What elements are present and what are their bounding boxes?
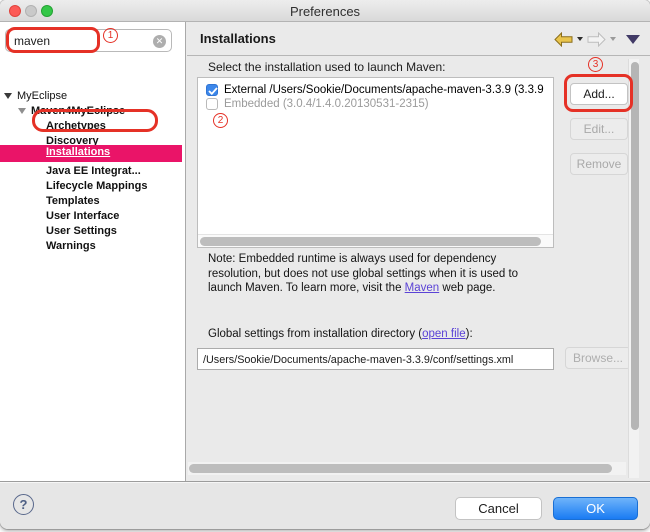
panel-vertical-scrollbar[interactable] xyxy=(628,59,639,478)
embedded-runtime-note: Note: Embedded runtime is always used fo… xyxy=(208,252,564,296)
remove-button[interactable]: Remove xyxy=(570,153,628,175)
disclosure-triangle-icon[interactable] xyxy=(4,93,12,99)
ok-button[interactable]: OK xyxy=(553,497,638,520)
forward-arrow-icon xyxy=(587,32,606,47)
back-button[interactable] xyxy=(554,32,573,47)
panel-hscrollbar-thumb[interactable] xyxy=(189,464,612,473)
open-file-link[interactable]: open file xyxy=(422,328,465,340)
back-arrow-icon xyxy=(554,32,573,47)
maven-link[interactable]: Maven xyxy=(405,282,440,294)
installation-label: External /Users/Sookie/Documents/apache-… xyxy=(224,83,544,97)
back-history-chevron-icon[interactable] xyxy=(577,37,583,41)
annotation-box-add xyxy=(564,74,633,112)
titlebar: Preferences xyxy=(0,0,650,22)
annotation-box-search xyxy=(6,27,100,53)
installation-label: Embedded (3.0.4/1.4.0.20130531-2315) xyxy=(224,97,429,111)
settings-path-input[interactable] xyxy=(203,352,550,367)
note-line-3: launch Maven. To learn more, visit the M… xyxy=(208,281,564,296)
tree-item-user-settings[interactable]: User Settings xyxy=(46,224,117,239)
tree-item-myeclipse[interactable]: MyEclipse xyxy=(17,89,67,104)
annotation-number-3: 3 xyxy=(588,57,603,72)
note-line-1: Note: Embedded runtime is always used fo… xyxy=(208,252,564,267)
preferences-sidebar: ✕ MyEclipse Maven4MyEclipse Archetypes D… xyxy=(0,22,186,481)
forward-button[interactable] xyxy=(587,32,606,47)
installations-list: External /Users/Sookie/Documents/apache-… xyxy=(197,77,554,248)
panel-horizontal-scrollbar[interactable] xyxy=(188,462,626,475)
settings-path-field[interactable] xyxy=(197,348,554,370)
panel-vscrollbar-thumb[interactable] xyxy=(631,62,639,430)
edit-button[interactable]: Edit... xyxy=(570,118,628,140)
disclosure-triangle-icon[interactable] xyxy=(18,108,26,114)
view-menu-icon[interactable] xyxy=(626,35,640,44)
tree-item-warnings[interactable]: Warnings xyxy=(46,239,96,254)
annotation-number-1: 1 xyxy=(103,28,118,43)
browse-button[interactable]: Browse... xyxy=(565,347,631,369)
checkbox-unchecked-icon[interactable] xyxy=(206,98,218,110)
page-navigation xyxy=(554,30,640,48)
dialog-footer: ? Cancel OK xyxy=(0,481,650,529)
list-horizontal-scrollbar[interactable] xyxy=(198,234,553,247)
tree-item-lifecycle-mappings[interactable]: Lifecycle Mappings xyxy=(46,179,147,194)
tree-item-java-ee-integration[interactable]: Java EE Integrat... xyxy=(46,164,141,179)
tree-item-templates[interactable]: Templates xyxy=(46,194,100,209)
global-settings-label: Global settings from installation direct… xyxy=(208,328,473,340)
installation-row-external[interactable]: External /Users/Sookie/Documents/apache-… xyxy=(198,83,553,97)
select-installation-label: Select the installation used to launch M… xyxy=(208,60,445,74)
window-title: Preferences xyxy=(0,4,650,19)
preferences-window: Preferences ✕ MyEclipse Maven4MyEclipse … xyxy=(0,0,650,529)
annotation-number-2: 2 xyxy=(213,113,228,128)
checkbox-checked-icon[interactable] xyxy=(206,84,218,96)
tree-item-installations-label: Installations xyxy=(46,146,110,158)
forward-history-chevron-icon[interactable] xyxy=(610,37,616,41)
installation-row-embedded[interactable]: Embedded (3.0.4/1.4.0.20130531-2315) xyxy=(198,97,553,111)
cancel-button[interactable]: Cancel xyxy=(455,497,542,520)
tree-item-installations[interactable]: Installations xyxy=(0,145,182,162)
header-separator xyxy=(187,55,650,56)
tree-item-user-interface[interactable]: User Interface xyxy=(46,209,119,224)
page-title: Installations xyxy=(200,31,276,46)
list-scrollbar-thumb[interactable] xyxy=(200,237,541,246)
annotation-box-installations xyxy=(32,109,158,132)
help-button[interactable]: ? xyxy=(13,494,34,515)
clear-search-icon[interactable]: ✕ xyxy=(153,35,166,48)
note-line-2: resolution, but does not use global sett… xyxy=(208,267,564,282)
